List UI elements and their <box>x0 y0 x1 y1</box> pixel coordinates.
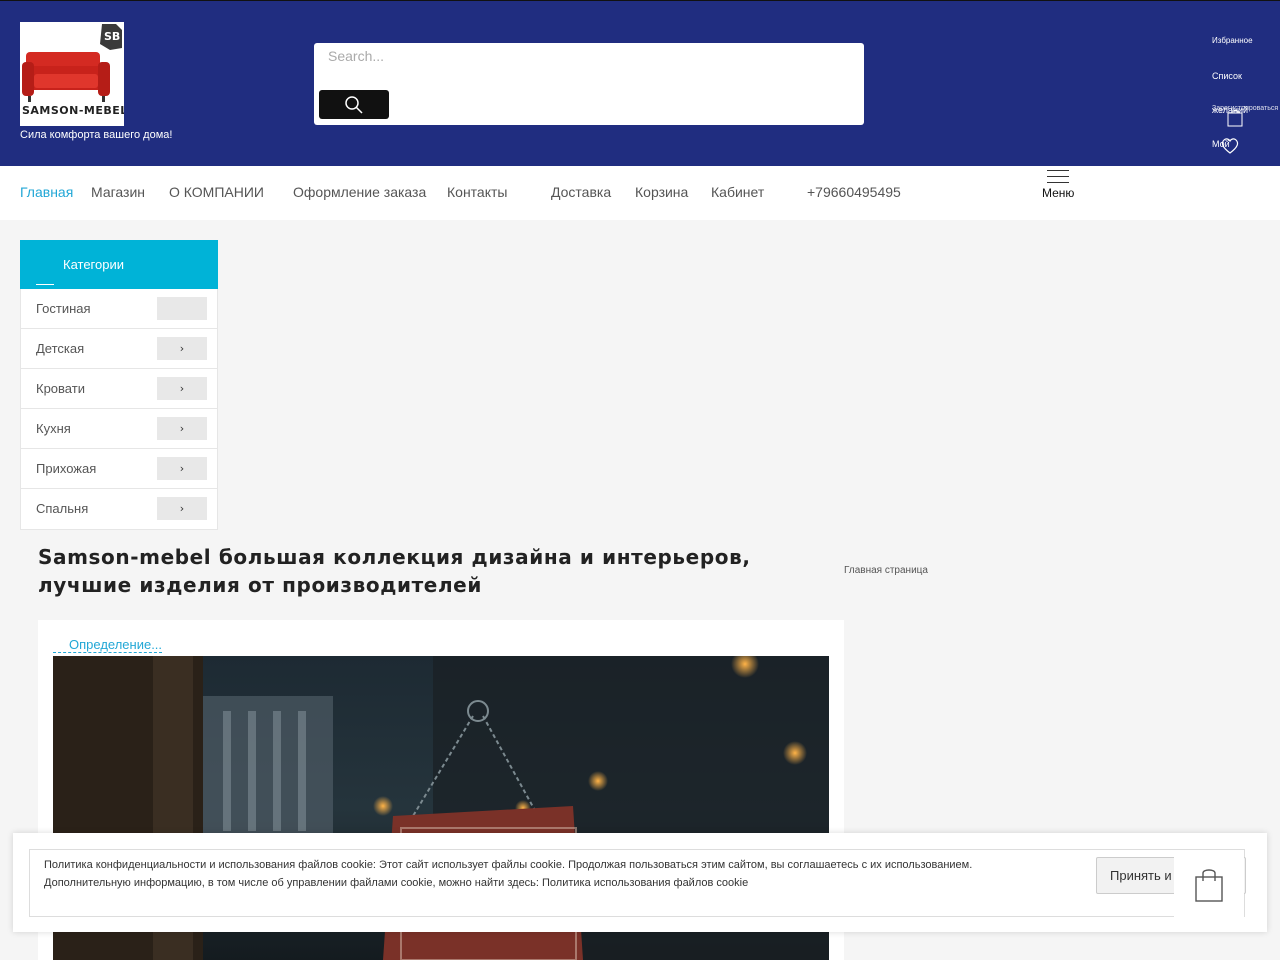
nav-item-delivery[interactable]: Доставка <box>551 184 611 200</box>
categories-title: Категории <box>63 257 124 272</box>
cookie-text: Политика конфиденциальности и использова… <box>44 856 1004 892</box>
categories-list: Гостиная Детская › Кровати › Кухня › При… <box>20 289 218 530</box>
nav-item-checkout[interactable]: Оформление заказа <box>293 184 426 200</box>
site-logo[interactable]: SB SAMSON-MEBEL <box>20 22 124 126</box>
logo-text: SAMSON-MEBEL <box>22 104 124 117</box>
nav-item-home[interactable]: Главная <box>20 184 73 200</box>
site-tagline: Сила комфорта вашего дома! <box>20 129 173 141</box>
nav-item-shop[interactable]: Магазин <box>91 184 145 200</box>
category-label: Прихожая <box>36 461 97 476</box>
wishlist-link[interactable]: Список <box>1212 71 1242 81</box>
chevron-right-icon[interactable]: › <box>157 457 207 480</box>
page-title: Samson-mebel большая коллекция дизайна и… <box>38 545 751 597</box>
favorites-link[interactable]: Избранное <box>1212 36 1253 45</box>
search-input[interactable] <box>328 45 828 67</box>
category-item-beds[interactable]: Кровати › <box>21 369 217 409</box>
menu-button[interactable]: Меню <box>1040 168 1076 208</box>
categories-header[interactable]: Категории <box>20 240 218 289</box>
cookie-banner-inner: Политика конфиденциальности и использова… <box>29 849 1246 917</box>
chevron-right-icon[interactable]: › <box>157 337 207 360</box>
category-label: Гостиная <box>36 301 91 316</box>
search-button[interactable] <box>319 90 389 119</box>
nav-item-account[interactable]: Кабинет <box>711 184 764 200</box>
search-icon <box>345 95 363 114</box>
main-navigation: Главная Магазин О КОМПАНИИ Оформление за… <box>0 166 1280 220</box>
category-label: Кухня <box>36 421 71 436</box>
svg-text:SB: SB <box>104 30 120 43</box>
search-form <box>314 43 864 125</box>
category-item-kids[interactable]: Детская › <box>21 329 217 369</box>
cookie-text-line2: Дополнительную информацию, в том числе о… <box>44 877 749 889</box>
category-item-bedroom[interactable]: Спальня › <box>21 489 217 529</box>
chevron-right-icon[interactable]: › <box>157 497 207 520</box>
floating-cart-button[interactable] <box>1174 853 1244 917</box>
cookie-text-line1: Политика конфиденциальности и использова… <box>44 859 973 871</box>
header-account-links: Избранное Список Зарегистрироваться жела… <box>1212 33 1280 158</box>
menu-label: Меню <box>1042 186 1075 200</box>
category-expand-button[interactable] <box>157 297 207 320</box>
definition-link[interactable]: Определение... <box>53 637 163 653</box>
cookie-banner: Политика конфиденциальности и использова… <box>13 833 1267 932</box>
category-item-living-room[interactable]: Гостиная <box>21 289 217 329</box>
category-item-kitchen[interactable]: Кухня › <box>21 409 217 449</box>
nav-item-cart[interactable]: Корзина <box>635 184 688 200</box>
heart-icon[interactable] <box>1220 137 1240 155</box>
nav-item-contacts[interactable]: Контакты <box>447 184 507 200</box>
shopping-bag-icon <box>1195 869 1223 902</box>
category-item-hallway[interactable]: Прихожая › <box>21 449 217 489</box>
nav-item-phone[interactable]: +79660495495 <box>807 184 901 200</box>
nav-item-about[interactable]: О КОМПАНИИ <box>169 184 264 200</box>
category-label: Детская <box>36 341 85 356</box>
site-header: SB SAMSON-MEBEL Сила комфорта вашего дом… <box>0 0 1280 166</box>
chevron-right-icon[interactable]: › <box>157 377 207 400</box>
cart-icon[interactable] <box>1226 109 1244 127</box>
category-label: Спальня <box>36 501 89 516</box>
categories-menu-icon <box>36 284 54 285</box>
category-label: Кровати <box>36 381 85 396</box>
breadcrumb[interactable]: Главная страница <box>844 565 928 576</box>
chevron-right-icon[interactable]: › <box>157 417 207 440</box>
